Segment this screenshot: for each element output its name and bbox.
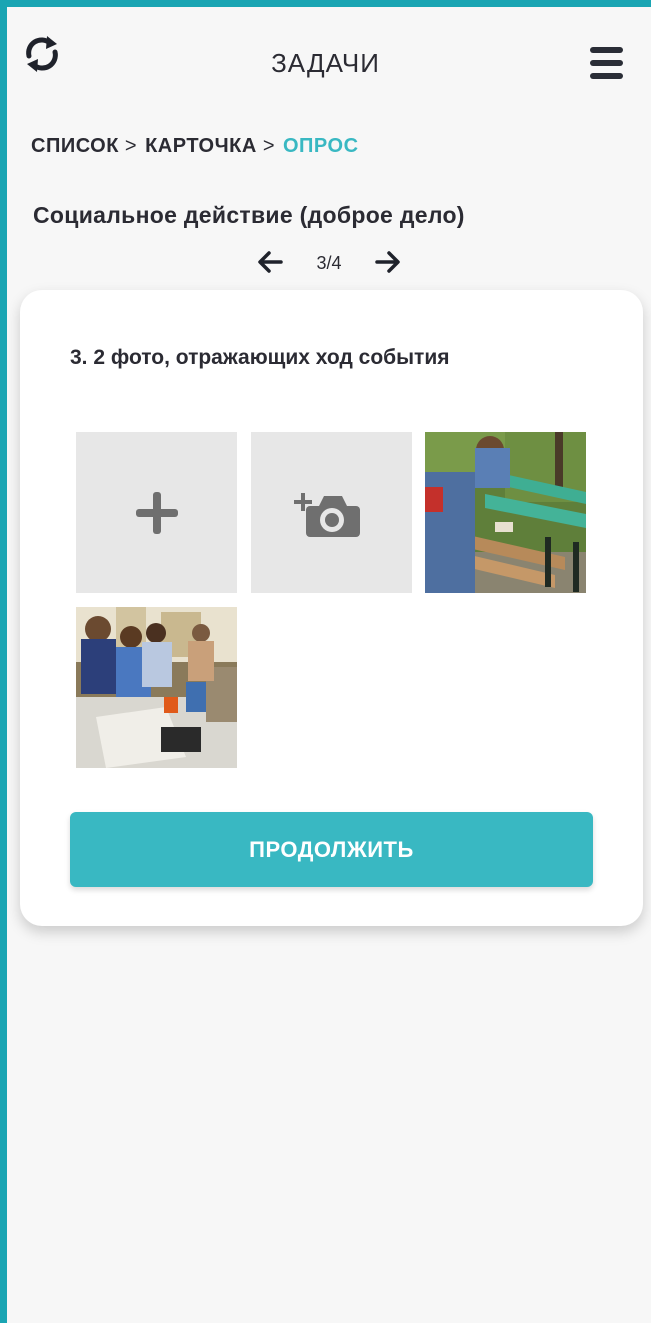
arrow-left-icon [258,251,283,273]
bench-painting-photo [425,432,586,593]
breadcrumb-item-list[interactable]: СПИСОК [31,135,119,157]
plus-icon [136,492,178,534]
breadcrumb-separator: > [262,135,275,157]
frame-left-border [0,0,7,1323]
photo-thumbnail-bench[interactable] [425,432,586,593]
breadcrumb-separator: > [124,135,138,157]
menu-button[interactable] [590,47,630,83]
add-photo-tile[interactable] [76,432,237,593]
hamburger-icon [590,47,630,79]
breadcrumb-item-survey: ОПРОС [283,135,359,157]
next-button[interactable] [373,247,403,277]
survey-title: Социальное действие (доброе дело) [33,202,465,228]
app-title: ЗАДАЧИ [271,48,380,78]
breadcrumb-item-card[interactable]: КАРТОЧКА [145,135,257,157]
breadcrumb: СПИСОК > КАРТОЧКА > ОПРОС [31,135,359,158]
survey-card: 3. 2 фото, отражающих ход события ПРОДОЛ… [20,290,643,926]
photo-thumbnail-group[interactable] [76,607,237,768]
arrow-right-icon [375,251,400,273]
add-photo-camera-icon [294,493,360,537]
frame-top-border [0,0,651,7]
group-collecting-photo [76,607,237,768]
pager: 3/4 [255,247,405,279]
question-label: 3. 2 фото, отражающих ход события [70,346,450,369]
prev-button[interactable] [255,247,285,277]
take-photo-tile[interactable] [251,432,412,593]
page-counter: 3/4 [316,253,342,273]
continue-button[interactable]: ПРОДОЛЖИТЬ [70,812,593,887]
